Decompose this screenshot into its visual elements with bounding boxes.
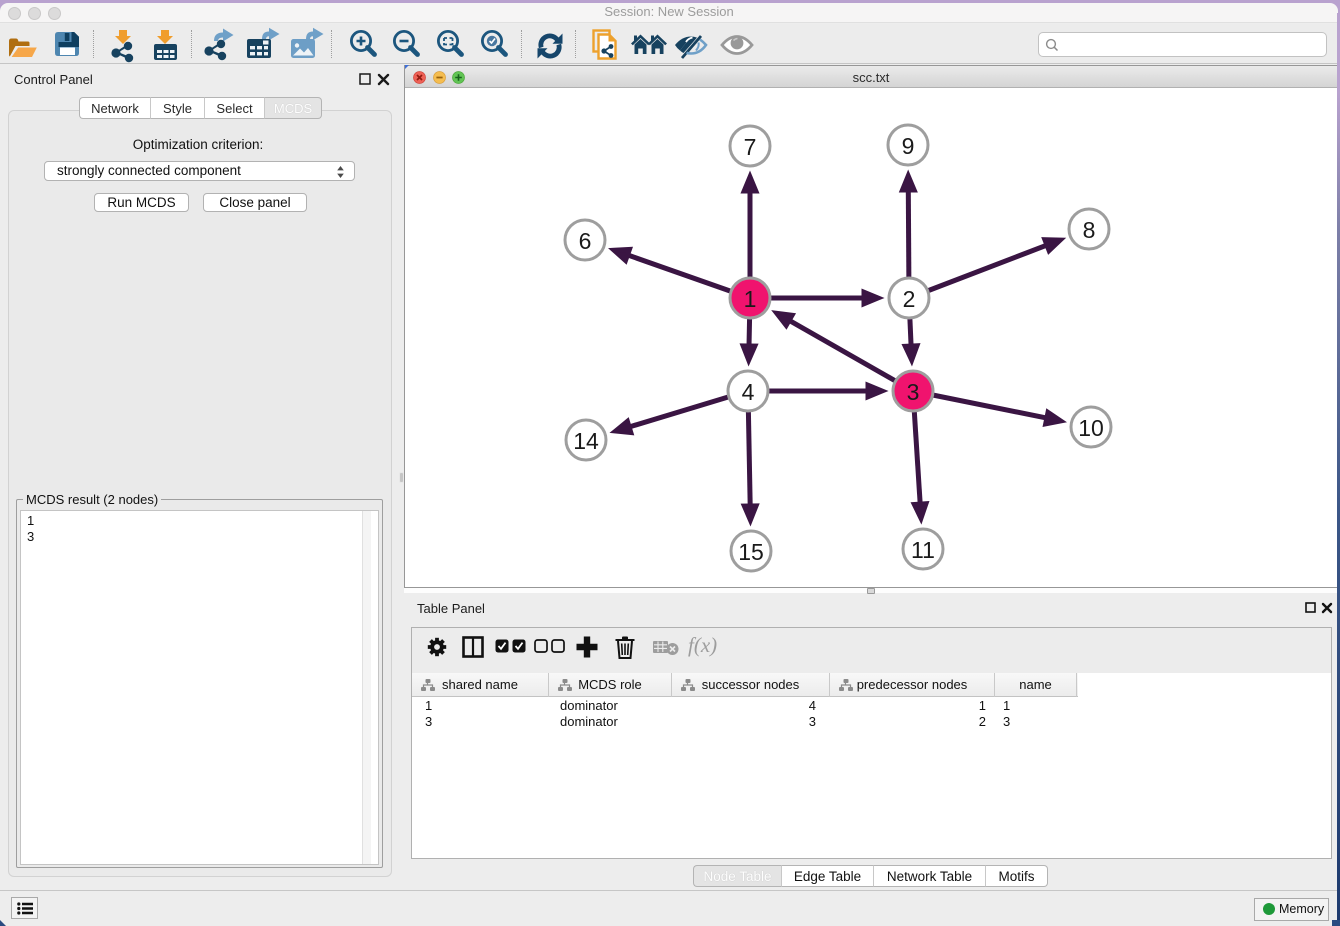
svg-text:10: 10 (1078, 415, 1104, 441)
svg-text:1: 1 (744, 286, 757, 312)
svg-text:2: 2 (903, 286, 916, 312)
svg-text:9: 9 (902, 133, 915, 159)
svg-text:7: 7 (744, 134, 757, 160)
svg-text:15: 15 (738, 539, 764, 565)
svg-text:14: 14 (573, 428, 599, 454)
svg-text:3: 3 (907, 379, 920, 405)
svg-text:11: 11 (911, 537, 935, 563)
svg-text:6: 6 (579, 228, 592, 254)
svg-text:8: 8 (1083, 217, 1096, 243)
svg-text:4: 4 (742, 379, 755, 405)
